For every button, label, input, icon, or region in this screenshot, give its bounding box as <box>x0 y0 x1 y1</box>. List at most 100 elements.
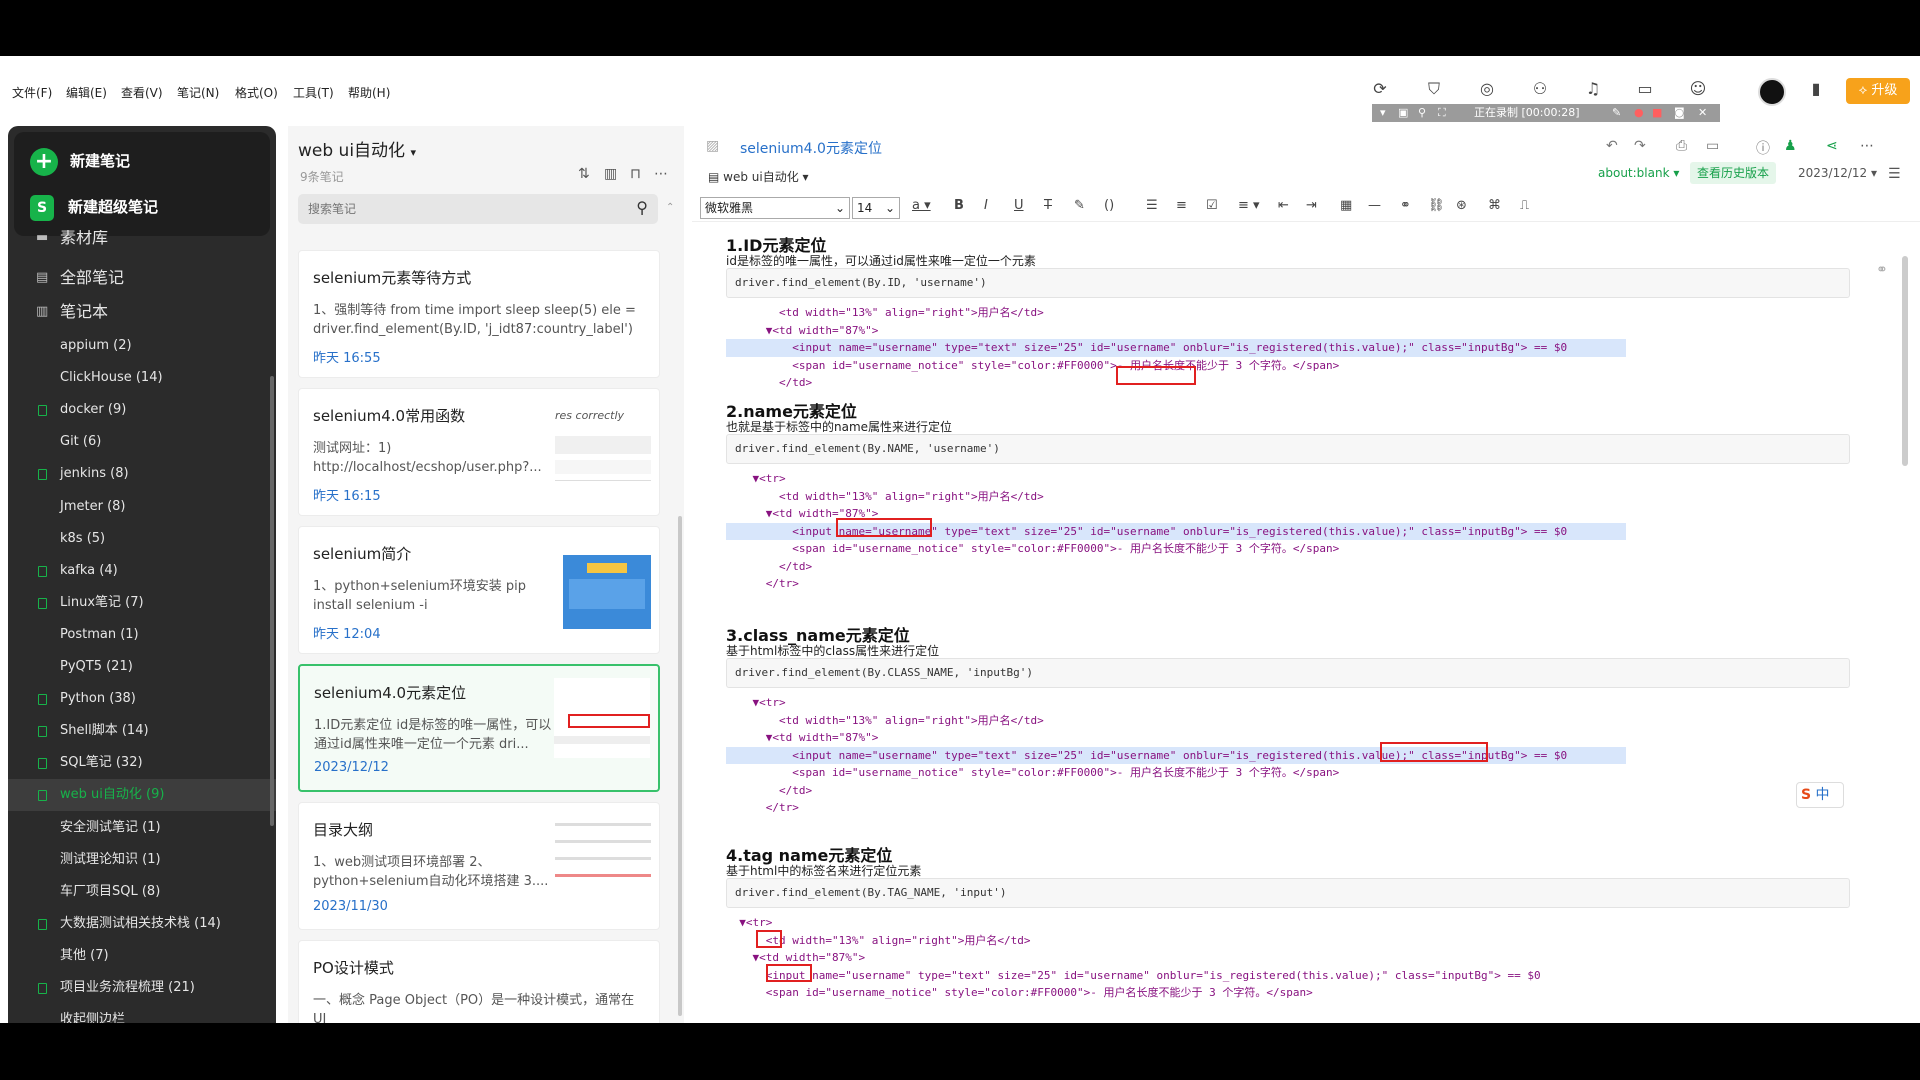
checklist-icon[interactable]: ☑ <box>1206 198 1218 213</box>
note-card[interactable]: selenium简介 1、python+selenium环境安装 pip ins… <box>298 526 660 654</box>
date-selector[interactable]: 2023/12/12 ▾ <box>1798 166 1877 180</box>
editor-scrollbar[interactable] <box>1902 256 1908 466</box>
more-icon[interactable]: ⋯ <box>654 166 668 182</box>
attachment-icon[interactable]: ⚭ <box>1400 198 1411 213</box>
pen-icon[interactable]: ✎ <box>1612 104 1621 122</box>
upgrade-button[interactable]: ⟡ 升级 <box>1846 78 1910 104</box>
print-icon[interactable]: ⎙ <box>1676 138 1687 154</box>
note-notebook-selector[interactable]: ▤ web ui自动化 ▾ <box>708 168 809 185</box>
dropdown-icon[interactable]: ▾ <box>1380 104 1386 122</box>
note-card[interactable]: PO设计模式 一、概念 Page Object（PO）是一种设计模式，通常在UI <box>298 940 660 1023</box>
numbered-list-icon[interactable]: ≡ <box>1176 198 1187 213</box>
avatar[interactable] <box>1758 78 1786 106</box>
close-icon[interactable]: ✕ <box>1698 104 1707 122</box>
code-block[interactable]: driver.find_element(By.TAG_NAME, 'input'… <box>726 878 1850 908</box>
redo-icon[interactable]: ↷ <box>1634 138 1646 154</box>
menu-view[interactable]: 查看(V) <box>121 84 163 101</box>
sidebar-item-notebook[interactable]: 安全测试笔记 (1) <box>8 812 276 844</box>
target-icon[interactable]: ◎ <box>1476 78 1498 100</box>
indent-increase-icon[interactable]: ⇥ <box>1306 198 1317 213</box>
sidebar-item-notebook[interactable]: 其他 (7) <box>8 940 276 972</box>
collapse-icon[interactable]: ⌃ <box>666 202 674 213</box>
sidebar-item-notebook[interactable]: kafka (4) <box>8 555 276 587</box>
new-note-button[interactable]: + 新建笔记 <box>30 146 130 176</box>
menu-file[interactable]: 文件(F) <box>12 84 52 101</box>
sidebar-item-notebook[interactable]: Python (38) <box>8 683 276 715</box>
window-icon[interactable]: ▣ <box>1398 104 1408 122</box>
copy-link-icon[interactable]: ⚭ <box>1876 262 1888 278</box>
undo-icon[interactable]: ↶ <box>1606 138 1618 154</box>
note-card[interactable]: 目录大纲 1、web测试项目环境部署 2、python+selenium自动化环… <box>298 802 660 930</box>
strikethrough-icon[interactable]: T <box>1044 198 1052 213</box>
note-card-active[interactable]: selenium4.0元素定位 1.ID元素定位 id是标签的唯一属性，可以通过… <box>298 664 660 792</box>
layout-icon[interactable]: ▥ <box>604 166 617 182</box>
align-icon[interactable]: ≡ ▾ <box>1238 198 1260 213</box>
sidebar-item-notebook[interactable]: Jmeter (8) <box>8 491 276 523</box>
more-options-icon[interactable]: ⋯ <box>1860 138 1874 154</box>
search-icon[interactable]: ⚲ <box>636 198 648 217</box>
sidebar-item-notebook[interactable]: PyQT5 (21) <box>8 651 276 683</box>
highlight-icon[interactable]: ✎ <box>1074 198 1085 213</box>
share-icon[interactable]: ⋖ <box>1826 138 1838 154</box>
sidebar-item-notebook[interactable]: Linux笔记 (7) <box>8 587 276 619</box>
stop-icon[interactable]: ■ <box>1652 104 1662 122</box>
link-icon[interactable]: ⛓ <box>1428 198 1445 213</box>
share-user-icon[interactable]: ⚇ <box>1529 78 1551 100</box>
info-icon[interactable]: ⓘ <box>1756 138 1770 158</box>
sidebar-item-notebook[interactable]: ClickHouse (14) <box>8 362 276 394</box>
zoom-icon[interactable]: ⚲ <box>1418 104 1426 122</box>
outline-icon[interactable]: ☰ <box>1888 166 1901 182</box>
font-select[interactable]: 微软雅黑 ⌄ <box>700 197 850 219</box>
menu-note[interactable]: 笔记(N) <box>177 84 219 101</box>
search-box[interactable]: ⚲ <box>298 194 658 224</box>
sidebar-item-notebook[interactable]: 大数据测试相关技术栈 (14) <box>8 908 276 940</box>
bullet-list-icon[interactable]: ☰ <box>1146 198 1158 213</box>
sidebar-item-notebook[interactable]: 项目业务流程梳理 (21) <box>8 972 276 1004</box>
indent-decrease-icon[interactable]: ⇤ <box>1278 198 1289 213</box>
inline-code-icon[interactable]: () <box>1104 198 1114 213</box>
code-block[interactable]: driver.find_element(By.NAME, 'username') <box>726 434 1850 464</box>
sidebar-item-notebook[interactable]: 测试理论知识 (1) <box>8 844 276 876</box>
fullscreen-icon[interactable]: ⛶ <box>1438 104 1446 122</box>
note-card[interactable]: selenium元素等待方式 1、强制等待 from time import s… <box>298 250 660 378</box>
divider-icon[interactable]: — <box>1368 198 1381 213</box>
menu-tools[interactable]: 工具(T) <box>293 84 334 101</box>
list-scrollbar[interactable] <box>678 516 682 1016</box>
menu-edit[interactable]: 编辑(E) <box>66 84 107 101</box>
search-input[interactable] <box>308 200 608 218</box>
sidebar-item-notebook[interactable]: 收起侧边栏 <box>8 1004 276 1023</box>
monitor-icon[interactable]: ▭ <box>1634 78 1656 100</box>
code-block[interactable]: driver.find_element(By.ID, 'username') <box>726 268 1850 298</box>
italic-icon[interactable]: I <box>984 198 988 213</box>
format-painter-icon[interactable]: ⎍ <box>1520 198 1529 213</box>
note-card[interactable]: selenium4.0常用函数 测试网址：1) http://localhost… <box>298 388 660 516</box>
size-select[interactable]: 14 ⌄ <box>852 197 900 219</box>
sidebar-item-notebook[interactable]: Postman (1) <box>8 619 276 651</box>
history-button[interactable]: 查看历史版本 <box>1690 162 1776 184</box>
note-title[interactable]: selenium4.0元素定位 <box>740 138 882 158</box>
lock-icon[interactable]: ⊓ <box>630 166 641 182</box>
sidebar-item-material[interactable]: ▬ 素材库 <box>8 230 276 250</box>
sidebar-item-notebook[interactable]: k8s (5) <box>8 523 276 555</box>
sidebar-item-notebook[interactable]: SQL笔记 (32) <box>8 747 276 779</box>
sidebar-item-notebook[interactable]: 车厂项目SQL (8) <box>8 876 276 908</box>
present-icon[interactable]: ▭ <box>1706 138 1719 154</box>
menu-help[interactable]: 帮助(H) <box>348 84 390 101</box>
sidebar-item-notebook[interactable]: web ui自动化 (9) <box>8 779 276 812</box>
bell-icon[interactable]: ♫ <box>1582 78 1604 100</box>
camera-icon[interactable]: ◙ <box>1674 104 1685 122</box>
underline-icon[interactable]: U <box>1014 198 1024 213</box>
sidebar-item-notebooks[interactable]: ▥ 笔记本 <box>8 296 276 328</box>
chat-icon[interactable]: ☺ <box>1687 78 1709 100</box>
sidebar-item-notebook[interactable]: appium (2) <box>8 330 276 362</box>
sidebar-item-notebook[interactable]: Git (6) <box>8 426 276 458</box>
record-icon[interactable]: ● <box>1634 104 1644 122</box>
notebook-title[interactable]: web ui自动化 ▾ <box>298 136 416 161</box>
sort-icon[interactable]: ⇅ <box>578 166 590 182</box>
shield-icon[interactable]: ⛉ <box>1423 78 1445 100</box>
new-super-note-button[interactable]: S 新建超级笔记 <box>30 192 158 222</box>
sidebar-item-notebook[interactable]: Shell脚本 (14) <box>8 715 276 747</box>
clear-format-icon[interactable]: ⌘ <box>1488 198 1501 213</box>
sync-icon[interactable]: ⟳ <box>1369 78 1391 100</box>
ime-indicator[interactable]: S 中 <box>1796 782 1844 808</box>
